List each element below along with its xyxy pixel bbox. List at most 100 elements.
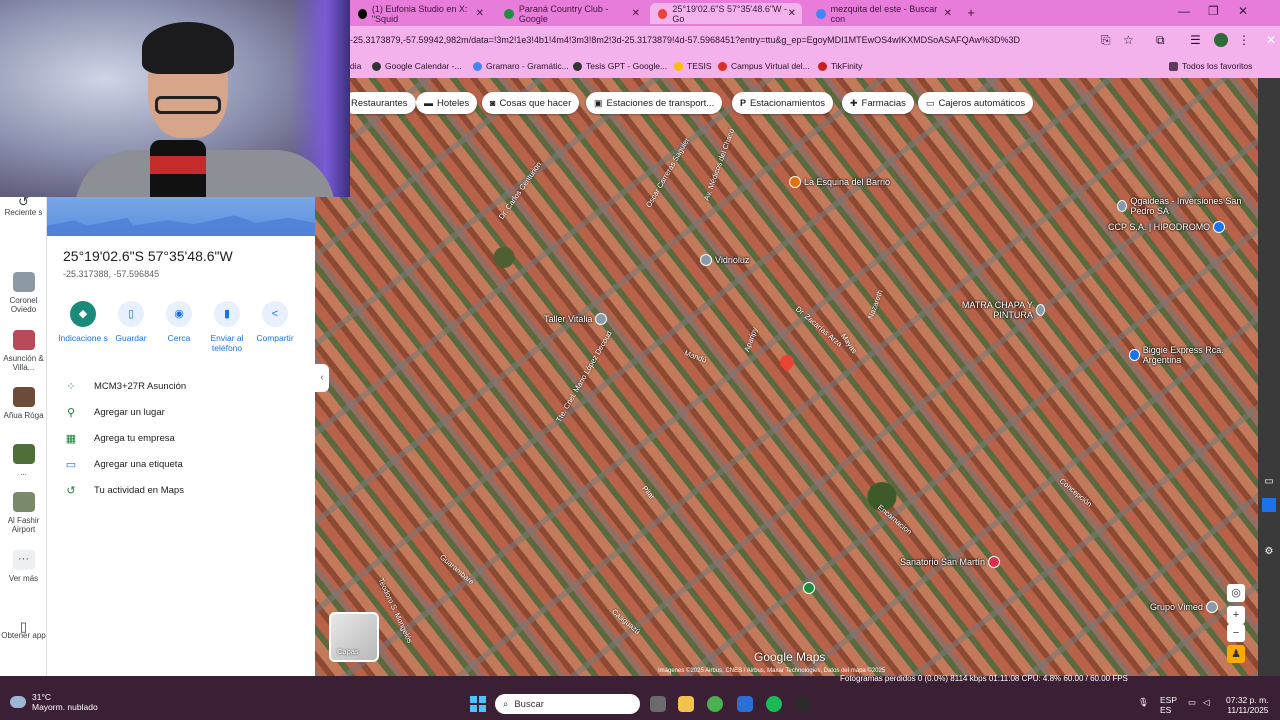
- start-button[interactable]: [470, 696, 486, 712]
- chip-label: Farmacias: [861, 97, 906, 109]
- minimize-icon[interactable]: —: [1178, 4, 1190, 18]
- maps-activity-row[interactable]: ↺ Tu actividad en Maps: [61, 477, 301, 503]
- collapse-panel-button[interactable]: ‹: [315, 364, 329, 392]
- recent-anua-roga[interactable]: Añua Róga: [0, 387, 47, 420]
- zoom-out-button[interactable]: −: [1227, 624, 1245, 642]
- volume-icon[interactable]: ◁: [1203, 697, 1210, 707]
- bookmark-label: Tesis GPT - Google...: [586, 61, 668, 71]
- taskbar-search[interactable]: ⌕ Buscar: [495, 694, 640, 714]
- bookmark-item[interactable]: Campus Virtual del...: [718, 61, 810, 71]
- recent-al-fashir[interactable]: Al Fashir Airport: [0, 492, 47, 534]
- poi-qgaideas[interactable]: Qgaideas - Inversiones San Pedro SA: [1117, 196, 1257, 216]
- url-field[interactable]: -25.3173879,-57.59942,982m/data=!3m2!1e3…: [350, 35, 1020, 45]
- place-thumbnail: [12, 387, 35, 407]
- chrome-icon[interactable]: [707, 696, 723, 712]
- bookmark-star-icon[interactable]: ☆: [1123, 33, 1134, 47]
- zoom-in-button[interactable]: +: [1227, 606, 1245, 624]
- tab-coordinates[interactable]: 25°19'02.6"S 57°35'48.6"W - Go ✕: [650, 3, 802, 24]
- chip-parking[interactable]: P Estacionamientos: [732, 92, 833, 114]
- bookmark-item[interactable]: dia: [350, 61, 361, 71]
- my-location-icon[interactable]: ◎: [1227, 584, 1245, 602]
- tab-parana[interactable]: Paraná Country Club - Google ✕: [496, 3, 646, 24]
- clock[interactable]: 07:32 p. m. 11/11/2025: [1226, 695, 1269, 715]
- network-icon[interactable]: ▭: [1188, 697, 1196, 707]
- close-icon[interactable]: ✕: [944, 8, 952, 19]
- file-explorer-icon[interactable]: [678, 696, 694, 712]
- get-app-button[interactable]: ▯ Obtener app: [0, 620, 47, 640]
- extensions-icon[interactable]: ⧉: [1156, 33, 1165, 48]
- close-icon[interactable]: ✕: [476, 8, 484, 19]
- directions-button[interactable]: ◆ Indicacione s: [57, 301, 109, 343]
- close-window-icon[interactable]: ✕: [1238, 4, 1248, 18]
- poi-grupo-vimed[interactable]: Grupo Vimed: [1150, 601, 1218, 613]
- search-placeholder: Buscar: [514, 698, 544, 710]
- see-more-button[interactable]: ··· Ver más: [0, 550, 47, 583]
- bookmark-folder[interactable]: Todos los favoritos: [1169, 61, 1252, 71]
- weather-widget[interactable]: 31°C Mayorm. nublado: [10, 692, 98, 712]
- sidepanel-icon[interactable]: ☰: [1190, 33, 1201, 47]
- microphone-icon[interactable]: 🎙: [1138, 697, 1149, 707]
- webcam-overlay: [0, 0, 350, 197]
- tab-mezquita[interactable]: mezquita del este - Buscar con ✕: [808, 3, 958, 24]
- chip-atms[interactable]: ▭ Cajeros automáticos: [918, 92, 1034, 114]
- drive-icon: [473, 61, 482, 71]
- share-button[interactable]: < Compartir: [249, 301, 301, 343]
- chip-pharmacies[interactable]: ✚ Farmacias: [842, 92, 914, 114]
- close-icon[interactable]: ✕: [788, 8, 796, 19]
- language-indicator[interactable]: ESP ES: [1160, 695, 1177, 715]
- extension-icon[interactable]: [1262, 498, 1276, 512]
- pegman-icon[interactable]: ♟: [1227, 645, 1245, 663]
- chip-hotels[interactable]: ▬ Hoteles: [416, 92, 478, 114]
- chip-transit[interactable]: ▣ Estaciones de transport...: [586, 92, 723, 114]
- layers-button[interactable]: Capas: [329, 612, 379, 662]
- location-marker-icon[interactable]: [777, 352, 797, 375]
- close-panel-icon[interactable]: ✕: [1266, 33, 1276, 47]
- poi-biggie[interactable]: Biggie Express Rca. Argentina: [1129, 345, 1249, 365]
- close-icon[interactable]: ✕: [632, 8, 640, 19]
- nearby-button[interactable]: ◉ Cerca: [153, 301, 205, 343]
- satellite-map[interactable]: [315, 78, 1260, 676]
- recent-asuncion[interactable]: Asunción & Villa...: [0, 330, 47, 372]
- action-label: Indicacione s: [58, 333, 108, 343]
- poi-matra[interactable]: MATRA CHAPA Y PINTURA: [953, 300, 1045, 320]
- bookmark-item[interactable]: Gramaro - Gramátic...: [473, 61, 569, 71]
- poi-la-esquina[interactable]: La Esquina del Barrio: [789, 176, 890, 188]
- rail-label: Al Fashir Airport: [7, 516, 40, 534]
- bookmark-item[interactable]: TikFinity: [818, 61, 862, 71]
- bookmark-item[interactable]: TESIS: [674, 61, 712, 71]
- github-icon: [372, 61, 381, 71]
- recent-coronel-oviedo[interactable]: Coronel Oviedo: [0, 272, 47, 314]
- poi-park[interactable]: [803, 582, 815, 594]
- pharmacy-icon: ✚: [850, 97, 858, 108]
- install-icon[interactable]: ⎘: [1101, 33, 1111, 48]
- save-button[interactable]: ▯ Guardar: [105, 301, 157, 343]
- recents-button[interactable]: ↺ Reciente s: [0, 195, 47, 217]
- menu-icon[interactable]: ⋮: [1238, 33, 1250, 47]
- tab-eufonia[interactable]: (1) Eufonia Studio en X: "Squid ✕: [350, 3, 490, 24]
- add-business-row[interactable]: ▦ Agrega tu empresa: [61, 425, 301, 451]
- extension-icon[interactable]: ▭: [1262, 476, 1276, 490]
- spotify-icon[interactable]: [766, 696, 782, 712]
- avatar[interactable]: [1214, 33, 1228, 47]
- chip-restaurants[interactable]: Restaurantes: [343, 92, 416, 114]
- task-view-icon[interactable]: [650, 696, 666, 712]
- add-place-row[interactable]: ⚲ Agregar un lugar: [61, 399, 301, 425]
- bookmark-item[interactable]: Tesis GPT - Google...: [573, 61, 667, 71]
- add-label-row[interactable]: ▭ Agregar una etiqueta: [61, 451, 301, 477]
- obs-icon[interactable]: [795, 696, 811, 712]
- vscode-icon[interactable]: [737, 696, 753, 712]
- plus-code-row[interactable]: ⁘ MCM3+27R Asunción: [61, 373, 301, 399]
- recent-place[interactable]: ...: [0, 444, 47, 477]
- poi-ccp[interactable]: CCP S.A. | HIPODROMO: [1108, 221, 1226, 233]
- list-label: Agregar un lugar: [94, 406, 165, 418]
- gear-icon[interactable]: ⚙: [1262, 546, 1276, 560]
- send-to-phone-button[interactable]: ▮ Enviar al teléfono: [201, 301, 253, 353]
- screen: (1) Eufonia Studio en X: "Squid ✕ Paraná…: [0, 0, 1280, 720]
- restore-icon[interactable]: ❐: [1208, 4, 1219, 18]
- bookmark-item[interactable]: Google Calendar -...: [372, 61, 462, 71]
- poi-sanatorio[interactable]: Sanatorio San Martín: [900, 556, 1001, 568]
- new-tab-button[interactable]: +: [962, 5, 980, 21]
- poi-vidrioluz[interactable]: Vidrioluz: [700, 254, 749, 266]
- chip-things-to-do[interactable]: ◙ Cosas que hacer: [482, 92, 580, 114]
- poi-taller-vitalia[interactable]: Taller Vitalia: [544, 313, 608, 325]
